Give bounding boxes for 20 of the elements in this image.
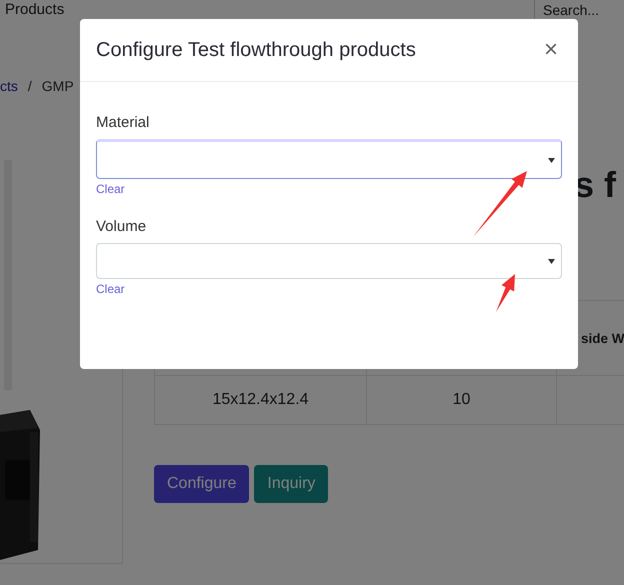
configure-button[interactable]: Configure (154, 465, 250, 503)
nav-link[interactable]: Products (5, 1, 64, 19)
caret-icon (548, 158, 555, 162)
table-cell: 10 (366, 376, 556, 425)
close-button[interactable]: × (540, 36, 562, 64)
select-field[interactable] (96, 139, 562, 179)
clear-link[interactable]: Clear (96, 182, 125, 196)
arrow-drawing (473, 171, 527, 237)
breadcrumb-separator: / (28, 78, 32, 95)
caret-icon (548, 258, 555, 264)
breadcrumb-current: GMP (42, 78, 74, 95)
breadcrumb-link[interactable]: cts (0, 78, 18, 95)
modal-title: Configure Test flowthrough products (96, 38, 416, 62)
clear-link[interactable]: Clear (96, 282, 125, 296)
select-field[interactable] (96, 243, 562, 279)
field-label: Material (96, 114, 150, 131)
arrow-drawing (496, 274, 515, 312)
field-label: Volume (96, 218, 146, 235)
table-cell: 15x12.4x12.4 (154, 376, 366, 425)
inquiry-button[interactable]: Inquiry (254, 465, 328, 503)
